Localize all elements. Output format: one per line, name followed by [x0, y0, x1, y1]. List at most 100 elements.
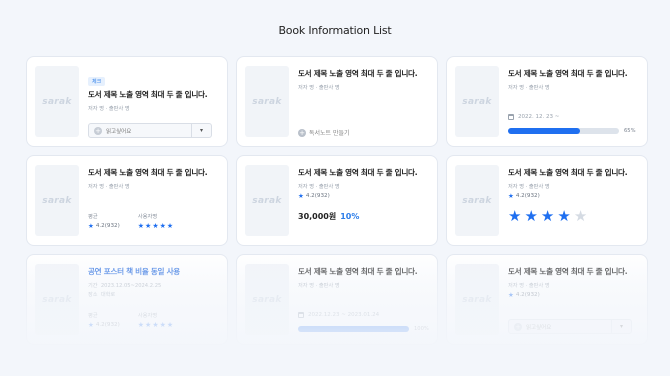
period-label: 기간 — [88, 283, 98, 289]
select-label: 읽고싶어요 — [106, 128, 132, 135]
discount-rate: 10% — [340, 211, 360, 221]
star-icon[interactable]: ★ — [574, 208, 587, 224]
book-cover: sarak — [245, 165, 289, 236]
logo: sarak — [462, 96, 492, 107]
average-rating: 평균 ★ 4.2(932) — [88, 311, 120, 329]
book-card[interactable]: sarak 도서 제목 노출 영역 최대 두 줄 입니다. 저자 명 · 출판사… — [236, 254, 438, 345]
reading-status-select[interactable]: + 읽고싶어요 ▾ — [88, 123, 212, 138]
date-text: 2022.12.23 ~ 2023.01.24 — [308, 312, 380, 318]
price: 30,000원 — [298, 211, 337, 221]
create-note-label: 독서노트 만들기 — [309, 130, 350, 137]
plus-circle-icon: + — [298, 128, 306, 137]
rating-value: 4.2(932) — [95, 223, 120, 230]
star-icon[interactable]: ★ — [138, 223, 144, 230]
book-meta: 저자 명 · 출판사 명 — [508, 283, 550, 289]
create-note-button[interactable]: + 독서노트 만들기 — [298, 128, 350, 137]
book-card[interactable]: sarak 도서 제목 노출 영역 최대 두 줄 입니다. 저자 명 · 출판사… — [236, 56, 438, 147]
book-cover: sarak — [455, 165, 499, 236]
logo: sarak — [462, 294, 492, 305]
book-title: 도서 제목 노출 영역 최대 두 줄 입니다. — [508, 168, 628, 177]
reading-status-select[interactable]: + 읽고싶어요 ▾ — [508, 319, 632, 334]
star-icon[interactable]: ★ — [557, 208, 570, 224]
book-card[interactable]: sarak 도서 제목 노출 영역 최대 두 줄 입니다. 저자 명 · 출판사… — [26, 155, 228, 246]
book-title: 도서 제목 노출 영역 최대 두 줄 입니다. — [298, 168, 418, 177]
rating-value: 4.2(932) — [95, 322, 120, 329]
logo: sarak — [42, 195, 72, 206]
book-cover: sarak — [245, 264, 289, 335]
star-icon[interactable]: ★ — [524, 208, 537, 224]
star-icon[interactable]: ★ — [152, 223, 158, 230]
star-icon: ★ — [88, 222, 94, 230]
chevron-down-icon[interactable]: ▾ — [611, 320, 631, 333]
book-title: 도서 제목 노출 영역 최대 두 줄 입니다. — [88, 168, 208, 177]
star-icon[interactable]: ★ — [145, 223, 151, 230]
book-title: 도서 제목 노출 영역 최대 두 줄 입니다. — [298, 69, 418, 78]
star-icon[interactable]: ★ — [508, 208, 521, 224]
progress-fill — [298, 326, 409, 332]
place-label: 장소 — [88, 292, 98, 298]
book-cover: sarak — [245, 66, 289, 137]
book-meta: 저자 명 · 출판사 명 — [298, 283, 340, 289]
book-meta: 저자 명 · 출판사 명 — [298, 184, 340, 190]
big-star-rating[interactable]: ★ ★ ★ ★ ★ — [508, 208, 641, 224]
book-card[interactable]: sarak 도서 제목 노출 영역 최대 두 줄 입니다. 저자 명 · 출판사… — [446, 56, 648, 147]
star-icon[interactable]: ★ — [541, 208, 554, 224]
average-rating: 평균 ★ 4.2(932) — [88, 212, 120, 230]
page-title: Book Information List — [278, 24, 392, 37]
book-title: 도서 제목 노출 영역 최대 두 줄 입니다. — [88, 90, 208, 99]
book-cover: sarak — [35, 66, 79, 137]
user-star-rating[interactable]: ★ ★ ★ ★ ★ — [138, 223, 173, 230]
star-icon[interactable]: ★ — [145, 322, 151, 329]
price-row: 30,000원 10% — [298, 211, 431, 222]
period-value: 2023.12.05~2024.2.25 — [100, 283, 162, 289]
star-icon: ★ — [298, 192, 304, 200]
book-title: 도서 제목 노출 영역 최대 두 줄 입니다. — [298, 267, 418, 276]
star-icon: ★ — [508, 291, 514, 299]
book-meta: 저자 명 · 출판사 명 — [508, 85, 550, 91]
star-icon[interactable]: ★ — [167, 223, 173, 230]
place-value: 대학로 — [100, 292, 116, 298]
book-title: 도서 제목 노출 영역 최대 두 줄 입니다. — [508, 267, 628, 276]
book-meta: 저자 명 · 출판사 명 — [508, 184, 550, 190]
star-icon[interactable]: ★ — [160, 223, 166, 230]
rating-value: 4.2(932) — [515, 292, 540, 299]
logo: sarak — [462, 195, 492, 206]
average-label: 평균 — [88, 214, 98, 220]
place-row: 장소 대학로 — [88, 291, 221, 298]
star-icon[interactable]: ★ — [152, 322, 158, 329]
book-cover: sarak — [455, 66, 499, 137]
reading-date: 2022. 12. 23 ~ — [508, 114, 559, 120]
user-star-rating[interactable]: ★ ★ ★ ★ ★ — [138, 322, 173, 329]
book-card[interactable]: sarak 도서 제목 노출 영역 최대 두 줄 입니다. 저자 명 · 출판사… — [446, 155, 648, 246]
calendar-icon — [508, 114, 514, 120]
book-card[interactable]: sarak 체크 도서 제목 노출 영역 최대 두 줄 입니다. 저자 명 · … — [26, 56, 228, 147]
progress-percent: 65% — [624, 128, 636, 134]
check-badge: 체크 — [88, 77, 106, 86]
chevron-down-icon[interactable]: ▾ — [191, 124, 211, 137]
logo: sarak — [252, 195, 282, 206]
star-icon[interactable]: ★ — [167, 322, 173, 329]
star-icon[interactable]: ★ — [160, 322, 166, 329]
book-cover: sarak — [455, 264, 499, 335]
star-icon[interactable]: ★ — [138, 322, 144, 329]
book-meta: 저자 명 · 출판사 명 — [298, 85, 340, 91]
book-meta: 저자 명 · 출판사 명 — [88, 184, 130, 190]
performance-card[interactable]: sarak 공연 포스터 책 비율 동일 사용 기간 2023.12.05~20… — [26, 254, 228, 345]
user-label: 사용자명 — [137, 313, 158, 319]
star-icon: ★ — [88, 321, 94, 329]
average-label: 평균 — [88, 313, 98, 319]
book-card[interactable]: sarak 도서 제목 노출 영역 최대 두 줄 입니다. 저자 명 · 출판사… — [446, 254, 648, 345]
reading-progress-bar — [508, 128, 619, 134]
book-card[interactable]: sarak 도서 제목 노출 영역 최대 두 줄 입니다. 저자 명 · 출판사… — [236, 155, 438, 246]
star-icon: ★ — [508, 192, 514, 200]
calendar-icon — [298, 312, 304, 318]
period-row: 기간 2023.12.05~2024.2.25 — [88, 282, 221, 289]
book-cover: sarak — [35, 165, 79, 236]
logo: sarak — [252, 96, 282, 107]
my-rating[interactable]: 사용자명 ★ ★ ★ ★ ★ — [138, 212, 173, 230]
book-title: 도서 제목 노출 영역 최대 두 줄 입니다. — [508, 69, 628, 78]
plus-circle-icon: + — [514, 322, 522, 331]
progress-fill — [508, 128, 581, 134]
book-card-grid: sarak 체크 도서 제목 노출 영역 최대 두 줄 입니다. 저자 명 · … — [26, 56, 648, 345]
my-rating[interactable]: 사용자명 ★ ★ ★ ★ ★ — [138, 311, 173, 329]
